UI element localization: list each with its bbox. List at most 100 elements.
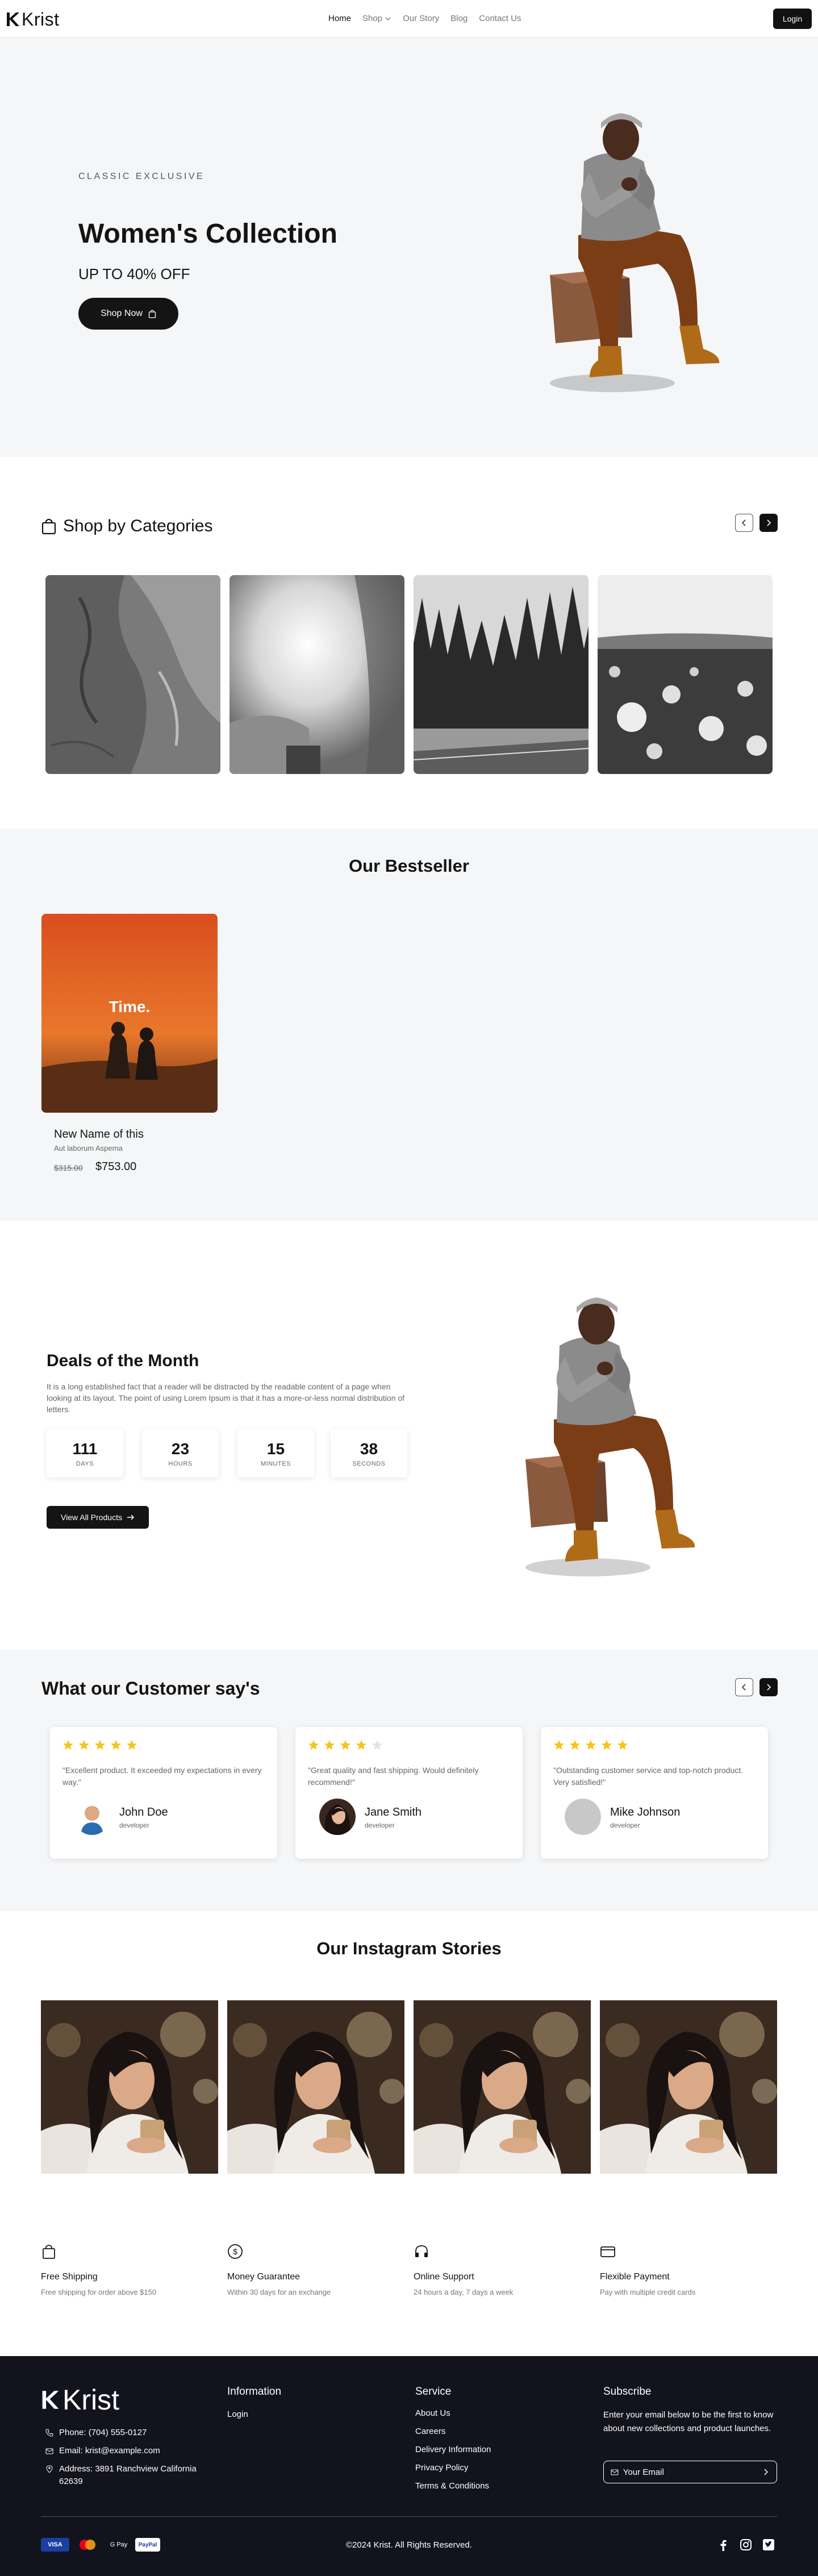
shop-now-button[interactable]: Shop Now — [78, 298, 178, 330]
chevron-left-icon — [741, 519, 746, 526]
footer-email-text[interactable]: Email: krist@example.com — [59, 2445, 160, 2457]
site-logo[interactable]: Krist — [6, 10, 60, 28]
arrow-right-icon[interactable] — [762, 2468, 770, 2476]
footer-link-terms-conditions[interactable]: Terms & Conditions — [415, 2481, 489, 2491]
feature-flexible-payment: Flexible Payment Pay with multiple credi… — [600, 2244, 770, 2296]
avatar — [319, 1799, 356, 1835]
footer-link-delivery-information[interactable]: Delivery Information — [415, 2445, 491, 2454]
categories-prev-button[interactable] — [735, 514, 753, 532]
star-icon — [617, 1739, 628, 1751]
hero-section: CLASSIC EXCLUSIVE Women's Collection UP … — [0, 38, 818, 457]
avatar-image — [74, 1799, 110, 1835]
footer-information-title: Information — [227, 2386, 282, 2398]
footer-phone-text: Phone: (704) 555-0127 — [59, 2428, 147, 2437]
testimonials-title: What our Customer say's — [41, 1678, 260, 1699]
instagram-post[interactable] — [41, 2000, 218, 2174]
categories-heading: Shop by Categories — [41, 517, 213, 536]
footer-link-privacy-policy[interactable]: Privacy Policy — [415, 2463, 468, 2473]
product-name[interactable]: New Name of this — [54, 1128, 144, 1141]
categories-next-button[interactable] — [759, 514, 778, 532]
star-rating — [553, 1739, 628, 1751]
subscribe-email-input[interactable] — [623, 2467, 758, 2477]
footer-logo[interactable]: Krist — [41, 2386, 119, 2414]
product-old-price: $315.00 — [54, 1163, 83, 1172]
star-icon — [308, 1739, 319, 1751]
instagram-image — [227, 2000, 404, 2174]
facebook-icon[interactable] — [717, 2538, 729, 2551]
countdown-minutes: 15 MINUTES — [237, 1429, 314, 1478]
footer-phone: Phone: (704) 555-0127 — [45, 2427, 147, 2439]
hero-subtitle: UP TO 40% OFF — [78, 265, 190, 282]
instagram-icon[interactable] — [740, 2538, 752, 2551]
login-button[interactable]: Login — [773, 9, 812, 29]
arrow-right-icon — [127, 1514, 135, 1520]
footer-link-careers[interactable]: Careers — [415, 2427, 445, 2436]
footer-email: Email: krist@example.com — [45, 2445, 160, 2457]
testimonial-name: John Doe — [119, 1806, 168, 1818]
countdown-days: 111 DAYS — [47, 1429, 123, 1478]
testimonial-role: developer — [365, 1821, 395, 1829]
avatar-image — [319, 1799, 356, 1835]
testimonial-role: developer — [119, 1821, 149, 1829]
chevron-right-icon — [767, 1684, 771, 1691]
subscribe-email-field[interactable] — [603, 2461, 777, 2483]
instagram-post[interactable] — [414, 2000, 591, 2174]
deals-description: It is a long established fact that a rea… — [47, 1382, 405, 1414]
deals-model-image — [491, 1272, 707, 1590]
instagram-image — [41, 2000, 218, 2174]
star-icon — [324, 1739, 335, 1751]
testimonial-card: "Outstanding customer service and top-no… — [541, 1727, 768, 1859]
credit-card-icon — [600, 2246, 615, 2257]
testimonials-next-button[interactable] — [759, 1678, 778, 1696]
feature-title: Money Guarantee — [227, 2272, 301, 2282]
star-icon — [553, 1739, 565, 1751]
countdown-label: DAYS — [76, 1460, 94, 1467]
category-card[interactable] — [229, 575, 404, 774]
product-image-caption: Time. — [108, 998, 151, 1016]
chevron-left-icon — [741, 1684, 746, 1691]
footer-link-about-us[interactable]: About Us — [415, 2408, 450, 2418]
site-footer: Krist Phone: (704) 555-0127 Email: krist… — [0, 2356, 818, 2576]
deals-section: Deals of the Month It is a long establis… — [0, 1221, 818, 1650]
view-all-products-button[interactable]: View All Products — [47, 1506, 149, 1529]
countdown-label: SECONDS — [352, 1460, 386, 1467]
twitter-icon[interactable] — [762, 2538, 775, 2551]
testimonial-card: "Great quality and fast shipping. Would … — [295, 1727, 523, 1859]
nav-links: Home Shop Our Story Blog Contact Us — [328, 14, 521, 23]
category-card[interactable] — [598, 575, 773, 774]
hero-title: Women's Collection — [78, 219, 337, 249]
product-card-image[interactable]: Time. — [41, 914, 218, 1113]
nav-link-contact-us[interactable]: Contact Us — [479, 14, 521, 23]
star-rating — [308, 1739, 383, 1751]
feature-title: Online Support — [414, 2272, 474, 2282]
nav-link-shop[interactable]: Shop — [362, 14, 391, 23]
star-icon — [78, 1739, 90, 1751]
category-card[interactable] — [414, 575, 589, 774]
star-icon — [94, 1739, 106, 1751]
footer-link-login[interactable]: Login — [227, 2409, 248, 2419]
hero-kicker: CLASSIC EXCLUSIVE — [78, 172, 205, 181]
testimonials-prev-button[interactable] — [735, 1678, 753, 1696]
krist-logo-icon — [6, 11, 20, 27]
features-section: Free Shipping Free shipping for order ab… — [0, 2244, 818, 2356]
feature-desc: 24 hours a day, 7 days a week — [414, 2288, 514, 2296]
category-card[interactable] — [45, 575, 220, 774]
nav-link-our-story[interactable]: Our Story — [403, 14, 439, 23]
bestseller-title: Our Bestseller — [349, 856, 469, 876]
countdown-value: 23 — [171, 1440, 190, 1458]
instagram-post[interactable] — [227, 2000, 404, 2174]
star-rating — [62, 1739, 137, 1751]
product-price: $753.00 — [95, 1160, 137, 1173]
chevron-right-icon — [767, 519, 771, 526]
categories-title: Shop by Categories — [63, 517, 213, 535]
avatar-placeholder — [565, 1799, 601, 1835]
deals-title: Deals of the Month — [47, 1351, 199, 1370]
footer-subscribe-title: Subscribe — [603, 2386, 652, 2398]
star-icon — [62, 1739, 74, 1751]
star-icon — [585, 1739, 596, 1751]
instagram-post[interactable] — [600, 2000, 777, 2174]
nav-link-home[interactable]: Home — [328, 14, 351, 23]
nav-link-blog[interactable]: Blog — [450, 14, 468, 23]
feature-title: Free Shipping — [41, 2272, 98, 2282]
category-image — [598, 575, 773, 774]
